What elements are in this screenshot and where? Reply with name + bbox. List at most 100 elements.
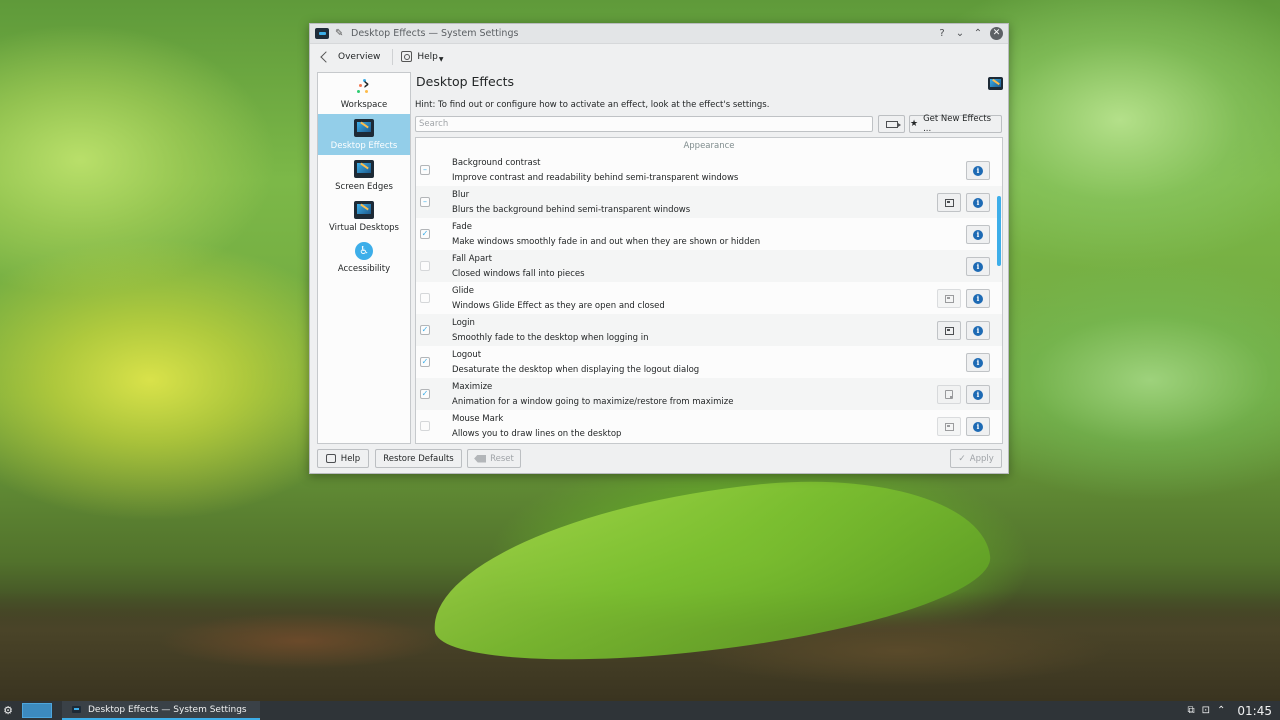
info-icon: i <box>973 197 983 208</box>
sidebar: Workspace Desktop Effects Screen Edges V… <box>317 72 411 444</box>
help-button-label: Help <box>340 453 361 464</box>
minimize-button[interactable]: ⌄ <box>952 28 968 39</box>
configure-effect-button[interactable] <box>937 193 961 212</box>
configure-icon <box>944 422 954 431</box>
sidebar-item-virtual-desktops[interactable]: Virtual Desktops <box>318 196 410 237</box>
help-menu-label: Help <box>417 51 438 62</box>
effect-checkbox[interactable]: ✓ <box>420 357 430 367</box>
configure-effect-button[interactable] <box>937 321 961 340</box>
desktop-effects-icon <box>354 119 374 137</box>
effect-name: Login <box>452 318 475 328</box>
dropdown-arrow-icon: ▼ <box>438 56 444 63</box>
configure-effect-button[interactable] <box>937 289 961 308</box>
sidebar-item-desktop-effects[interactable]: Desktop Effects <box>318 114 410 155</box>
document-icon <box>945 390 953 399</box>
list-item[interactable]: ✓ Maximize Animation for a window going … <box>416 378 1002 410</box>
clipboard-icon[interactable]: ⧉ <box>1187 705 1194 716</box>
task-label: Desktop Effects — System Settings <box>88 704 247 715</box>
about-effect-button[interactable]: i <box>966 161 990 180</box>
titlebar[interactable]: ✎ Desktop Effects — System Settings ? ⌄ … <box>310 24 1008 44</box>
info-icon: i <box>973 357 983 368</box>
about-effect-button[interactable]: i <box>966 321 990 340</box>
configure-icon <box>944 294 954 303</box>
list-item[interactable]: Fall Apart Closed windows fall into piec… <box>416 250 1002 282</box>
toolbar-separator <box>392 48 394 65</box>
about-effect-button[interactable]: i <box>966 385 990 404</box>
list-item[interactable]: ✓ Logout Desaturate the desktop when dis… <box>416 346 1002 378</box>
sidebar-item-screen-edges[interactable]: Screen Edges <box>318 155 410 196</box>
info-icon: i <box>973 325 983 336</box>
get-new-effects-button[interactable]: ★ Get New Effects ... <box>909 114 1002 134</box>
task-desktop-effects[interactable]: Desktop Effects — System Settings <box>62 701 260 720</box>
help-window-button[interactable]: ? <box>934 28 950 39</box>
effect-name: Fade <box>452 222 472 232</box>
help-icon <box>401 51 413 62</box>
effect-description: Smoothly fade to the desktop when loggin… <box>452 333 649 343</box>
effect-checkbox[interactable]: ✓ <box>420 229 430 239</box>
effect-checkbox[interactable]: ✓ <box>420 389 430 399</box>
apply-button[interactable]: ✓ Apply <box>950 449 1002 468</box>
search-input[interactable] <box>415 116 873 132</box>
app-icon[interactable] <box>315 28 329 39</box>
effect-checkbox[interactable]: ✓ <box>420 325 430 335</box>
effect-checkbox[interactable]: – <box>420 165 430 175</box>
accessibility-icon: ♿ <box>355 242 373 260</box>
tray-expand-icon[interactable]: ⌃ <box>1217 705 1225 716</box>
configure-filter-button[interactable] <box>878 115 905 133</box>
list-item[interactable]: ✓ Fade Make windows smoothly fade in and… <box>416 218 1002 250</box>
list-item[interactable]: Glide Windows Glide Effect as they are o… <box>416 282 1002 314</box>
network-icon[interactable]: ⊡ <box>1202 705 1210 716</box>
maximize-button[interactable]: ⌃ <box>970 28 986 39</box>
virtual-desktop-pager[interactable] <box>22 703 52 718</box>
filter-icon <box>885 120 901 128</box>
info-icon: i <box>973 293 983 304</box>
about-effect-button[interactable]: i <box>966 289 990 308</box>
about-effect-button[interactable]: i <box>966 225 990 244</box>
effect-checkbox[interactable] <box>420 293 430 303</box>
system-tray: ⧉ ⊡ ⌃ 01:45 <box>1180 704 1272 718</box>
restore-defaults-button[interactable]: Restore Defaults <box>375 449 462 468</box>
about-effect-button[interactable]: i <box>966 257 990 276</box>
desktop-effects-header-icon <box>988 77 1003 90</box>
clock[interactable]: 01:45 <box>1237 704 1272 718</box>
sidebar-item-label: Screen Edges <box>335 182 393 192</box>
configure-effect-button[interactable] <box>937 417 961 436</box>
info-icon: i <box>973 421 983 432</box>
reset-button[interactable]: Reset <box>467 449 521 468</box>
application-launcher-icon[interactable]: ⚙ <box>0 701 16 720</box>
check-icon: ✓ <box>958 453 966 464</box>
main-panel: Desktop Effects Hint: To find out or con… <box>415 72 1003 444</box>
scrollbar-thumb[interactable] <box>997 196 1001 266</box>
list-item[interactable]: – Background contrast Improve contrast a… <box>416 154 1002 186</box>
overview-button[interactable]: Overview <box>318 50 380 63</box>
help-menu-button[interactable]: Help ▼ <box>401 50 444 63</box>
effects-list[interactable]: Appearance – Background contrast Improve… <box>415 137 1003 444</box>
sidebar-item-workspace[interactable]: Workspace <box>318 73 410 114</box>
star-icon: ★ <box>910 119 919 129</box>
toolbar: Overview Help ▼ <box>310 44 1008 69</box>
scrollbar[interactable] <box>996 138 1001 443</box>
sidebar-item-accessibility[interactable]: ♿ Accessibility <box>318 237 410 278</box>
clear-icon <box>474 454 487 463</box>
virtual-desktops-icon <box>354 201 374 219</box>
about-effect-button[interactable]: i <box>966 353 990 372</box>
list-item[interactable]: ✓ Login Smoothly fade to the desktop whe… <box>416 314 1002 346</box>
close-button[interactable]: ✕ <box>990 27 1003 40</box>
about-effect-button[interactable]: i <box>966 417 990 436</box>
system-settings-window: ✎ Desktop Effects — System Settings ? ⌄ … <box>309 23 1009 474</box>
list-item[interactable]: Mouse Mark Allows you to draw lines on t… <box>416 410 1002 442</box>
effect-checkbox[interactable] <box>420 421 430 431</box>
effect-checkbox[interactable]: – <box>420 197 430 207</box>
info-icon: i <box>973 261 983 272</box>
pin-icon[interactable]: ✎ <box>335 28 345 39</box>
help-button[interactable]: Help <box>317 449 369 468</box>
effect-checkbox[interactable] <box>420 261 430 271</box>
about-effect-button[interactable]: i <box>966 193 990 212</box>
list-item[interactable]: – Blur Blurs the background behind semi-… <box>416 186 1002 218</box>
restore-defaults-label: Restore Defaults <box>383 453 454 464</box>
effect-name: Fall Apart <box>452 254 492 264</box>
sidebar-item-label: Workspace <box>340 100 388 110</box>
effect-name: Background contrast <box>452 158 541 168</box>
sidebar-item-label: Virtual Desktops <box>329 223 399 233</box>
configure-effect-button[interactable] <box>937 385 961 404</box>
